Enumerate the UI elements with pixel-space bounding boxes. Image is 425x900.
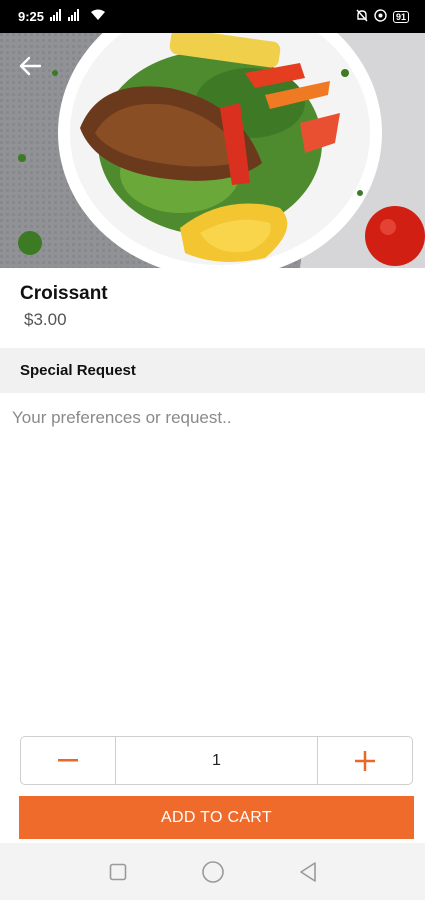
- product-price: $3.00: [24, 310, 67, 329]
- quantity-stepper: 1: [20, 736, 413, 785]
- wifi-icon: [90, 9, 106, 24]
- special-request-header: Special Request: [0, 348, 425, 393]
- plus-icon: [355, 750, 375, 771]
- signal-icon: [50, 9, 84, 24]
- triangle-back-icon: [299, 861, 316, 882]
- status-right: 91: [356, 8, 409, 25]
- special-request-input[interactable]: [0, 396, 425, 726]
- minus-icon: [58, 758, 78, 761]
- increase-quantity-button[interactable]: [317, 737, 412, 784]
- status-bar: 9:25 91: [0, 0, 425, 33]
- quantity-value: 1: [212, 751, 221, 769]
- location-icon: [374, 8, 387, 25]
- system-back-button[interactable]: [293, 857, 323, 887]
- bell-off-icon: [356, 9, 368, 25]
- back-button[interactable]: [10, 46, 50, 86]
- add-to-cart-button[interactable]: ADD TO CART: [19, 796, 414, 839]
- special-request-label: Special Request: [20, 362, 136, 379]
- hero-image: [0, 33, 425, 268]
- status-left: 9:25: [18, 9, 106, 24]
- system-nav-bar: [0, 843, 425, 900]
- battery-icon: 91: [392, 10, 409, 23]
- arrow-left-icon: [19, 56, 41, 76]
- recent-apps-button[interactable]: [103, 857, 133, 887]
- home-button[interactable]: [198, 857, 228, 887]
- status-time: 9:25: [18, 9, 45, 24]
- circle-icon: [201, 860, 224, 883]
- product-title: Croissant: [20, 283, 108, 304]
- square-icon: [109, 863, 126, 880]
- decrease-quantity-button[interactable]: [21, 737, 116, 784]
